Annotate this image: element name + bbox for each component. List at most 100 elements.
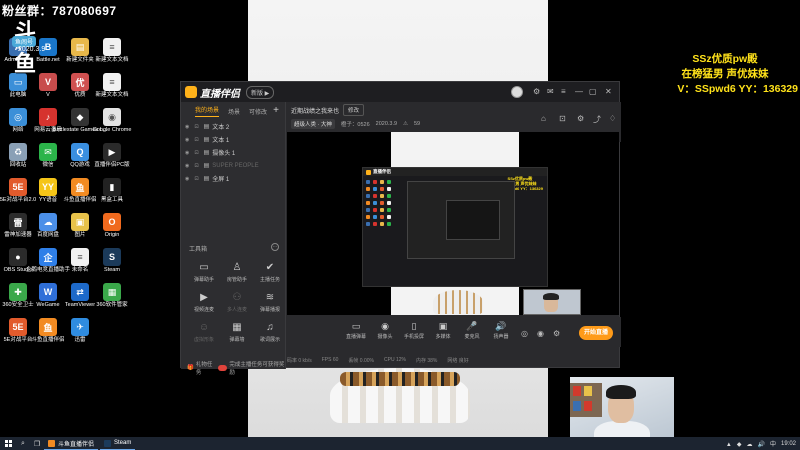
- app-icon: W: [39, 283, 57, 301]
- source-row[interactable]: ◉ ⊡ ▤ SUPER PEOPLE: [181, 159, 285, 172]
- task-view-icon[interactable]: ❐: [30, 437, 44, 450]
- tool-label: 弹幕助手: [193, 277, 214, 283]
- stream-preview[interactable]: 直播伴侣 SSz优质pw殿 在榜猛男 声优妹妹 V：SSpwd6 YY：1363…: [287, 132, 619, 315]
- version-pill[interactable]: 新版 ▶: [246, 85, 275, 99]
- lock-icon[interactable]: ⊡: [559, 114, 566, 123]
- tool-button[interactable]: ▦ 弹幕墙: [220, 322, 254, 343]
- tab-editable[interactable]: 可修改: [249, 107, 267, 116]
- toolbar-button[interactable]: ◉ 摄像头: [370, 320, 400, 340]
- desktop-icon[interactable]: 鱼斗鱼直播伴侣: [62, 178, 98, 204]
- mail-icon[interactable]: ✉: [547, 87, 554, 97]
- desktop-icon[interactable]: ▦ 360软件管家: [94, 283, 130, 309]
- toolbar-button[interactable]: 🎤 麦克风: [457, 320, 487, 340]
- notification-icon[interactable]: ♢: [609, 114, 616, 123]
- desktop-icon[interactable]: ▮ 黑盒工具: [94, 178, 130, 204]
- app-logo: 直播伴侣: [185, 85, 240, 100]
- menu-icon[interactable]: ≡: [561, 87, 566, 97]
- lock-icon[interactable]: ⊡: [194, 176, 198, 182]
- tool-button[interactable]: ☺ 虚拟形象: [187, 322, 221, 343]
- share-icon[interactable]: ⌂: [541, 114, 546, 123]
- minimize-icon[interactable]: —: [575, 87, 583, 97]
- app-titlebar[interactable]: 直播伴侣 新版 ▶ ⚙ ✉ ≡ — ▢ ✕: [181, 82, 619, 102]
- source-row[interactable]: ◉ ⊡ ▤ 摄像头 1: [181, 146, 285, 159]
- status-bar: 码率 0 kb/s FPS 60 丢帧 0.00% CPU 12% 内存 38% 网络 良…: [287, 354, 621, 366]
- tray-icon[interactable]: 中: [770, 442, 776, 448]
- search-icon[interactable]: ⌕: [16, 437, 30, 450]
- nested-app-logo-icon: [366, 169, 371, 175]
- desktop-icon[interactable]: O Origin: [94, 213, 130, 239]
- eye-icon[interactable]: ◉: [185, 137, 189, 143]
- desktop-icon[interactable]: 企企鹅电竞直播助手: [26, 248, 70, 274]
- toolbar-button[interactable]: 🔊 扬声器: [486, 320, 516, 340]
- desktop-icon[interactable]: ▣ 图片: [62, 213, 98, 239]
- desktop-icon[interactable]: ≡ 新建文本文档: [94, 73, 130, 99]
- taskbar-item[interactable]: 斗鱼直播伴侣: [44, 437, 99, 450]
- tray-icon[interactable]: ▲: [726, 442, 732, 448]
- desktop-icon[interactable]: ✉ 微信: [30, 143, 66, 169]
- tray-icon[interactable]: 🔊: [757, 442, 764, 448]
- clock[interactable]: 19:02: [781, 441, 796, 447]
- desktop-icon[interactable]: 鱼斗鱼直播伴侣: [30, 318, 66, 344]
- tool-button[interactable]: ♫ 歌词展示: [253, 322, 287, 343]
- lock-icon[interactable]: ⊡: [194, 150, 198, 156]
- settings-icon[interactable]: ⚙: [533, 87, 540, 97]
- desktop-icon[interactable]: ◉ Google Chrome: [93, 108, 131, 134]
- share-arrow-icon[interactable]: ⤴: [593, 114, 601, 125]
- lock-icon[interactable]: ⊡: [194, 124, 198, 130]
- more-tools-icon[interactable]: ···: [271, 243, 279, 251]
- tool-button[interactable]: ▶ 视频连麦: [187, 292, 221, 313]
- eye-icon[interactable]: ◉: [185, 150, 189, 156]
- tool-button[interactable]: ✔ 主播任务: [253, 262, 287, 283]
- app-icon: O: [103, 213, 121, 231]
- desktop-icon[interactable]: ≡ 新建文本文档: [94, 38, 130, 64]
- gear-icon[interactable]: ⚙: [577, 114, 584, 123]
- desktop-icon[interactable]: S Steam: [94, 248, 130, 274]
- desktop-icon[interactable]: ▶ 直播伴侣PC版: [94, 143, 130, 169]
- tab-my-scene[interactable]: 我的场景: [195, 105, 220, 117]
- audio-settings-icon[interactable]: ◎: [521, 329, 528, 339]
- taskbar-item[interactable]: Steam: [100, 437, 136, 450]
- tool-button[interactable]: ⚇ 多人连麦: [220, 292, 254, 313]
- start-button[interactable]: [0, 437, 16, 450]
- nested-desktop-icon: [366, 180, 370, 184]
- desktop-icon[interactable]: ☁ 百度网盘: [30, 213, 66, 239]
- desktop-icon[interactable]: YY YY语音: [30, 178, 66, 204]
- eye-icon[interactable]: ◉: [185, 163, 189, 169]
- toolbar-button[interactable]: ▯ 手机投屏: [399, 320, 429, 340]
- desktop-icon[interactable]: ▤ 新建文件夹: [62, 38, 98, 64]
- add-scene-icon[interactable]: +: [273, 105, 279, 116]
- toolbar-button[interactable]: ▣ 多媒体: [428, 320, 458, 340]
- desktop-icon[interactable]: ✈ 迅雷: [62, 318, 98, 344]
- tray-icon[interactable]: ◆: [737, 442, 742, 448]
- tool-button[interactable]: ≋ 弹幕播报: [253, 292, 287, 313]
- desktop-icon[interactable]: ⇄ TeamViewer: [62, 283, 98, 309]
- desktop-icon[interactable]: Q QQ游戏: [62, 143, 98, 169]
- tool-button[interactable]: ♙ 房管助手: [220, 262, 254, 283]
- desktop-icon[interactable]: 优优质: [62, 73, 98, 99]
- nested-desktop-icon: [373, 180, 377, 184]
- maximize-icon[interactable]: ▢: [589, 87, 597, 97]
- lock-icon[interactable]: ⊡: [194, 137, 198, 143]
- eye-icon[interactable]: ◉: [185, 176, 189, 182]
- toolbar-button[interactable]: ▭ 直播弹幕: [341, 320, 371, 340]
- source-row[interactable]: ◉ ⊡ ▤ 文本 2: [181, 120, 285, 133]
- lock-icon[interactable]: ⊡: [194, 163, 198, 169]
- source-row[interactable]: ◉ ⊡ ▤ 文本 1: [181, 133, 285, 146]
- category-tag[interactable]: 超级人类 · 大神: [291, 119, 335, 129]
- task-row[interactable]: 🎁 礼物任务 完成主播任务可获得奖励: [187, 360, 285, 376]
- status-item: FPS 60: [321, 357, 339, 363]
- desktop-icon[interactable]: W WeGame: [30, 283, 66, 309]
- start-live-button[interactable]: 开始直播: [579, 326, 613, 340]
- eye-icon[interactable]: ◉: [185, 124, 189, 130]
- tab-scene[interactable]: 场景: [228, 107, 240, 116]
- tray-icon[interactable]: ☁: [746, 442, 752, 448]
- source-row[interactable]: ◉ ⊡ ▤ 全屏 1: [181, 172, 285, 185]
- tool-button[interactable]: ▭ 弹幕助手: [187, 262, 221, 283]
- user-avatar[interactable]: [511, 86, 523, 98]
- streaming-app-window[interactable]: 直播伴侣 新版 ▶ ⚙ ✉ ≡ — ▢ ✕ 我的场景 场景 可修改 + ◉ ⊡ ▤ 文…: [180, 81, 621, 376]
- edit-title-button[interactable]: 修改: [343, 104, 365, 116]
- desktop-icon[interactable]: ≡ 未命名: [62, 248, 98, 274]
- visibility-icon[interactable]: ◉: [537, 329, 544, 339]
- close-icon[interactable]: ✕: [605, 87, 612, 97]
- more-settings-icon[interactable]: ⚙: [553, 329, 560, 339]
